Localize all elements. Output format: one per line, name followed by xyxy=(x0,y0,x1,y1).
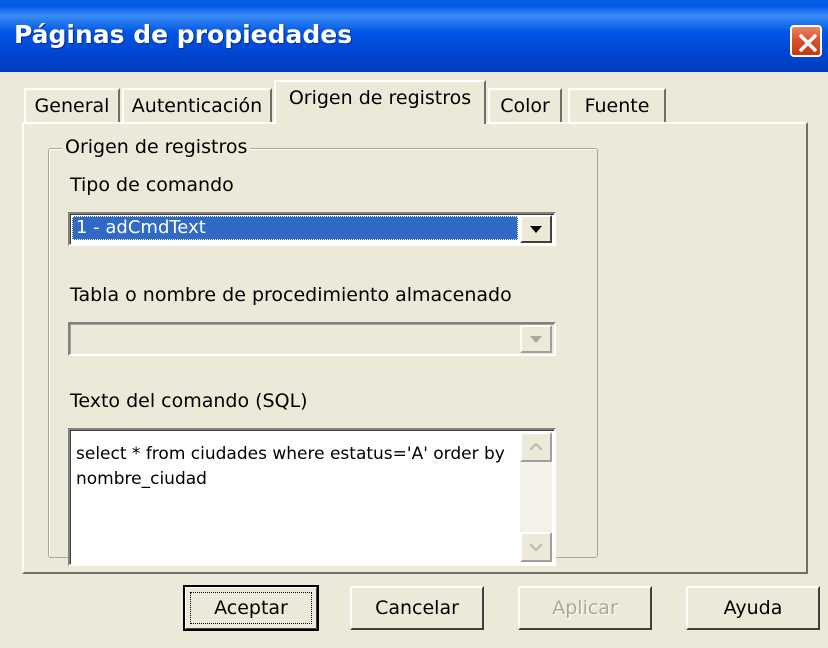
group-legend: Origen de registros xyxy=(62,136,251,158)
scroll-down-button[interactable] xyxy=(520,532,552,562)
vertical-scrollbar[interactable] xyxy=(520,432,552,562)
title-bar[interactable]: Páginas de propiedades xyxy=(0,0,828,72)
sql-textarea[interactable]: select * from ciudades where estatus='A'… xyxy=(68,428,556,566)
chevron-up-icon xyxy=(529,442,543,451)
tab-label: Fuente xyxy=(584,95,650,117)
tab-autenticacion[interactable]: Autenticación xyxy=(122,88,272,122)
command-type-value: 1 - adCmdText xyxy=(72,216,518,240)
tab-origen-de-registros[interactable]: Origen de registros xyxy=(274,80,486,124)
help-button[interactable]: Ayuda xyxy=(686,586,820,630)
ok-button[interactable]: Aceptar xyxy=(183,585,319,631)
dropdown-arrow-icon xyxy=(530,226,542,233)
command-type-select[interactable]: 1 - adCmdText xyxy=(68,212,556,246)
apply-button[interactable]: Aplicar xyxy=(518,586,652,630)
focus-rectangle xyxy=(190,592,312,624)
table-label: Tabla o nombre de procedimiento almacena… xyxy=(70,284,512,306)
scroll-up-button[interactable] xyxy=(520,432,552,462)
tab-label: Autenticación xyxy=(131,95,263,117)
cancel-button[interactable]: Cancelar xyxy=(350,586,484,630)
table-select[interactable] xyxy=(68,322,556,356)
cancel-label: Cancelar xyxy=(375,597,459,619)
combo-border xyxy=(70,324,554,354)
tab-label: General xyxy=(34,95,110,117)
tab-color[interactable]: Color xyxy=(488,88,562,122)
sql-text: select * from ciudades where estatus='A'… xyxy=(76,444,505,489)
properties-dialog: Páginas de propiedades General Autentica… xyxy=(0,0,828,648)
tab-general[interactable]: General xyxy=(24,88,120,122)
apply-label: Aplicar xyxy=(552,597,618,619)
dropdown-button[interactable] xyxy=(520,215,552,243)
tab-fuente[interactable]: Fuente xyxy=(568,88,666,122)
command-type-label: Tipo de comando xyxy=(70,174,234,196)
help-label: Ayuda xyxy=(723,597,783,619)
tab-label: Color xyxy=(500,95,550,117)
close-icon xyxy=(799,34,817,52)
window-title: Páginas de propiedades xyxy=(14,20,353,49)
chevron-down-icon xyxy=(529,543,543,552)
dropdown-arrow-icon xyxy=(530,336,542,343)
tab-label: Origen de registros xyxy=(288,87,472,109)
close-button[interactable] xyxy=(790,25,822,57)
dropdown-button[interactable] xyxy=(520,325,552,353)
sql-label: Texto del comando (SQL) xyxy=(70,390,308,412)
